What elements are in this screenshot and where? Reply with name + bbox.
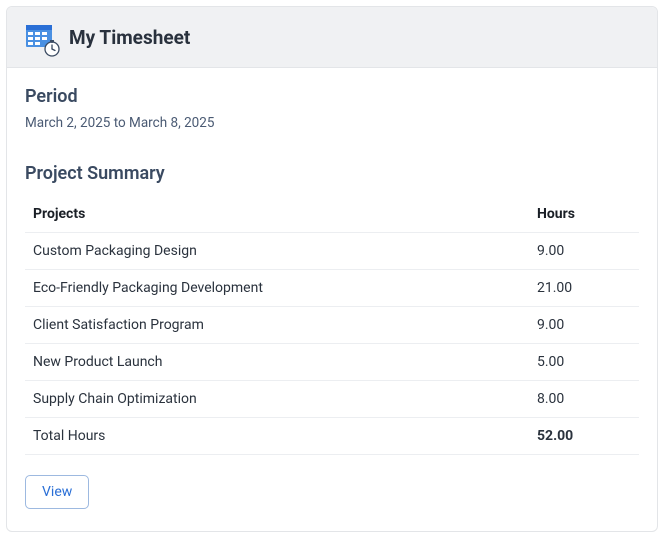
total-value: 52.00 <box>529 418 639 455</box>
project-hours: 8.00 <box>529 381 639 418</box>
table-header-row: Projects Hours <box>25 196 639 233</box>
total-row: Total Hours 52.00 <box>25 418 639 455</box>
table-row: New Product Launch 5.00 <box>25 344 639 381</box>
card-body: Period March 2, 2025 to March 8, 2025 Pr… <box>7 68 657 531</box>
project-name: Client Satisfaction Program <box>25 307 529 344</box>
summary-heading: Project Summary <box>25 163 639 184</box>
col-hours: Hours <box>529 196 639 233</box>
project-hours: 21.00 <box>529 270 639 307</box>
project-name: Custom Packaging Design <box>25 233 529 270</box>
project-name: Supply Chain Optimization <box>25 381 529 418</box>
total-label: Total Hours <box>25 418 529 455</box>
table-row: Client Satisfaction Program 9.00 <box>25 307 639 344</box>
table-row: Supply Chain Optimization 8.00 <box>25 381 639 418</box>
project-summary-table: Projects Hours Custom Packaging Design 9… <box>25 196 639 455</box>
table-body: Custom Packaging Design 9.00 Eco-Friendl… <box>25 233 639 455</box>
period-range: March 2, 2025 to March 8, 2025 <box>25 115 639 131</box>
project-name: New Product Launch <box>25 344 529 381</box>
card-title: My Timesheet <box>69 26 190 49</box>
stopwatch-icon <box>43 39 61 57</box>
table-row: Custom Packaging Design 9.00 <box>25 233 639 270</box>
project-hours: 9.00 <box>529 307 639 344</box>
timesheet-icon <box>25 21 57 53</box>
project-name: Eco-Friendly Packaging Development <box>25 270 529 307</box>
table-row: Eco-Friendly Packaging Development 21.00 <box>25 270 639 307</box>
col-projects: Projects <box>25 196 529 233</box>
period-heading: Period <box>25 86 639 107</box>
timesheet-card: My Timesheet Period March 2, 2025 to Mar… <box>6 6 658 532</box>
card-header: My Timesheet <box>7 7 657 68</box>
project-hours: 5.00 <box>529 344 639 381</box>
project-hours: 9.00 <box>529 233 639 270</box>
view-button[interactable]: View <box>25 475 89 509</box>
